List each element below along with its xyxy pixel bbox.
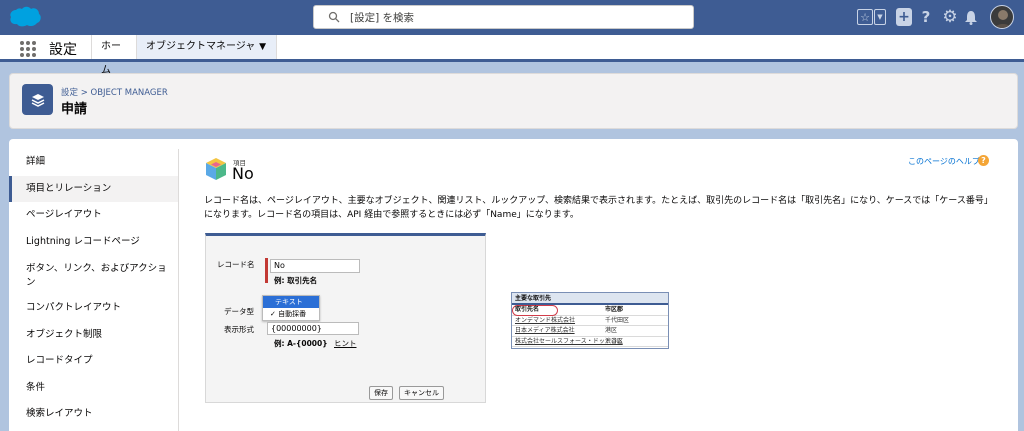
setup-gear-icon[interactable]: ⚙ [941, 7, 959, 27]
salesforce-logo[interactable] [8, 5, 42, 29]
column-header: 取引先名 [515, 306, 540, 313]
display-format-input: {00000000} [267, 322, 359, 335]
table-row: 日本メディア株式会社 港区 [512, 326, 668, 337]
example-list-title: 主要な取引先 [512, 293, 668, 305]
sidebar-item-search-layouts[interactable]: 検索レイアウト [9, 401, 178, 428]
table-cell: オンデマンド株式会社 [515, 316, 576, 324]
help-page-link[interactable]: このページのヘルプ [908, 156, 980, 167]
content-area: 項目 No このページのヘルプ ? レコード名は、ページレイアウト、主要なオブジ… [179, 139, 1018, 431]
required-indicator [265, 258, 268, 283]
dropdown-option-text: テキスト [263, 296, 319, 308]
app-launcher-icon[interactable] [20, 41, 36, 57]
display-format-example: 例: A-{0000} [274, 339, 328, 348]
sidebar-item-lightning-record-pages[interactable]: Lightning レコードページ [9, 229, 178, 256]
table-cell: 港区 [605, 327, 618, 334]
table-cell: 日本メディア株式会社 [515, 327, 575, 334]
favorites-star-icon[interactable]: ☆ [857, 9, 873, 25]
page-title: 申請 [61, 102, 88, 117]
sidebar-item-fields-relationships[interactable]: 項目とリレーション [9, 175, 178, 202]
column-header: 市区郡 [605, 306, 624, 313]
field-name: No [232, 164, 254, 183]
record-name-input: No [270, 259, 360, 273]
data-type-label: データ型 [224, 307, 254, 316]
table-row: オンデマンド株式会社 千代田区 [512, 316, 668, 326]
sidebar-item-page-layouts[interactable]: ページレイアウト [9, 202, 178, 229]
example-cancel-button: キャンセル [399, 386, 444, 400]
example-list-image: 主要な取引先 取引先名 市区郡 オンデマンド株式会社 千代田区 日本メディア株式… [511, 292, 669, 349]
global-header: [設定] を検索 ☆ ▼ + ? ⚙ [0, 0, 1024, 35]
help-icon[interactable]: ? [919, 8, 933, 26]
field-cube-icon [206, 158, 226, 180]
sidebar-item-record-types[interactable]: レコードタイプ [9, 348, 178, 375]
table-cell: 渋谷区 [605, 337, 624, 345]
example-form-image: レコード名 No 例: 取引先名 データ型 テキスト ✓ 自動採番 表示形式 {… [205, 233, 486, 403]
search-icon [328, 11, 340, 23]
record-name-example: 例: 取引先名 [274, 276, 318, 285]
sidebar-item-buttons-links-actions[interactable]: ボタン、リンク、およびアクション [9, 255, 169, 295]
sidebar-item-compact-layouts[interactable]: コンパクトレイアウト [9, 295, 178, 322]
tab-label: ホーム [101, 41, 121, 76]
page-header: 設定 > OBJECT MANAGER 申請 [9, 73, 1018, 129]
sidebar-item-object-limits[interactable]: オブジェクト制限 [9, 322, 178, 349]
table-cell: 千代田区 [605, 316, 630, 324]
hint-link: ヒント [334, 339, 357, 348]
table-row: 株式会社セールスフォース・ドットコム 渋谷区 [512, 337, 668, 347]
dropdown-option-label: 自動採番 [278, 310, 307, 318]
notifications-bell-icon[interactable] [963, 8, 979, 26]
tab-object-manager[interactable]: オブジェクトマネージャ ▼ [136, 35, 277, 59]
app-name: 設定 [49, 42, 77, 58]
object-layers-icon [22, 84, 53, 115]
favorites-chevron-icon[interactable]: ▼ [874, 9, 886, 25]
tab-label: オブジェクトマネージャ [146, 41, 256, 52]
global-actions-plus-icon[interactable]: + [896, 8, 912, 26]
help-question-icon[interactable]: ? [978, 155, 989, 166]
chevron-down-icon[interactable]: ▼ [259, 35, 266, 59]
data-type-dropdown: テキスト ✓ 自動採番 [262, 295, 320, 321]
display-format-label: 表示形式 [224, 325, 254, 334]
dropdown-option-autonumber: ✓ 自動採番 [270, 310, 307, 318]
record-name-label: レコード名 [217, 260, 255, 269]
field-description: レコード名は、ページレイアウト、主要なオブジェクト、関連リスト、ルックアップ、検… [204, 196, 993, 220]
search-placeholder: [設定] を検索 [350, 12, 415, 24]
user-avatar[interactable] [990, 5, 1014, 29]
example-list-header-row: 取引先名 市区郡 [512, 305, 668, 316]
main-body: 詳細 項目とリレーション ページレイアウト Lightning レコードページ … [9, 139, 1018, 431]
object-sidebar: 詳細 項目とリレーション ページレイアウト Lightning レコードページ … [9, 149, 179, 431]
sidebar-item-details[interactable]: 詳細 [9, 149, 178, 176]
global-search[interactable]: [設定] を検索 [313, 5, 694, 29]
app-nav-bar: 設定 ホーム オブジェクトマネージャ ▼ [0, 35, 1024, 76]
example-save-button: 保存 [369, 386, 393, 400]
tab-home[interactable]: ホーム [91, 35, 136, 76]
sidebar-item-conditions[interactable]: 条件 [9, 375, 178, 402]
breadcrumb[interactable]: 設定 > OBJECT MANAGER [61, 86, 168, 98]
